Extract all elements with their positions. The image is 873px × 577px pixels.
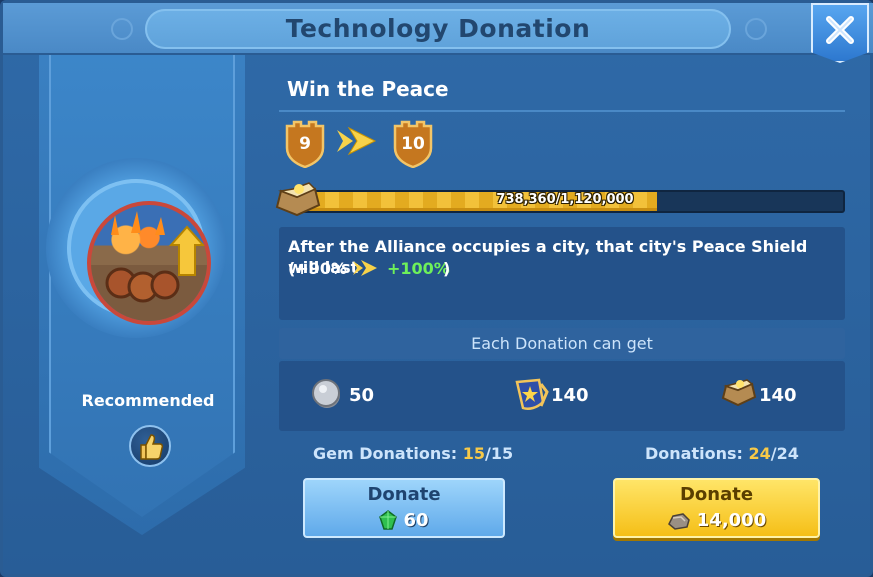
title-ornament-right [745,18,767,40]
tech-name: Win the Peace [287,77,449,101]
reward-amount: 140 [551,385,589,406]
effect-next-value: +100% [387,259,450,278]
donate-button-label: Donate [679,484,754,505]
resource-donation-max: /24 [770,444,799,463]
divider [279,110,845,112]
reward-amount: 50 [349,385,375,406]
progress-text: 738,360/1,120,000 [496,192,634,207]
alliance-credit-icon [515,378,549,410]
next-level-shield: 10 [392,120,434,168]
close-button[interactable] [811,3,869,63]
tech-portrait-image [87,201,211,325]
reward-amount: 140 [759,385,797,406]
effect-arrow-icon [353,260,377,276]
tech-book-icon [721,379,757,407]
gem-donation-label: Gem Donations: [313,444,463,463]
stone-icon [667,513,690,530]
donate-resource-cost: 14,000 [615,510,818,531]
gem-donation-count: Gem Donations: 15/15 [313,444,513,463]
resource-donation-label: Donations: [645,444,749,463]
donate-button-label: Donate [367,484,441,505]
recommended-label: Recommended [81,391,215,410]
upgrade-arrow-icon [337,126,377,156]
current-level-shield: 9 [284,120,326,168]
thumbs-up-icon [140,434,164,460]
gem-donation-max: /15 [484,444,514,463]
title-ornament-left [111,18,133,40]
effect-suffix: ) [443,259,451,278]
next-level: 10 [401,134,425,154]
resource-donation-current: 24 [748,444,771,463]
reward-header: Each Donation can get [279,328,845,359]
resource-cost-value: 14,000 [696,510,767,531]
effect-current-value: (+90% [288,259,348,278]
donate-resource-button[interactable]: Donate 14,000 [613,478,820,538]
gem-donation-current: 15 [462,444,485,463]
tech-book-icon [275,182,321,217]
donate-gems-button[interactable]: Donate 60 [303,478,505,538]
dialog-title: Technology Donation [285,14,591,43]
silver-coin-icon [312,379,340,408]
gem-cost-value: 60 [403,510,429,531]
resource-donation-count: Donations: 24/24 [645,444,799,463]
donate-gem-cost: 60 [305,510,503,531]
gem-icon [379,510,398,530]
recommend-thumb-button[interactable] [129,425,171,467]
technology-donation-dialog: Technology Donation Recommended Win the … [0,0,873,577]
current-level: 9 [299,134,311,154]
close-icon [826,16,854,44]
